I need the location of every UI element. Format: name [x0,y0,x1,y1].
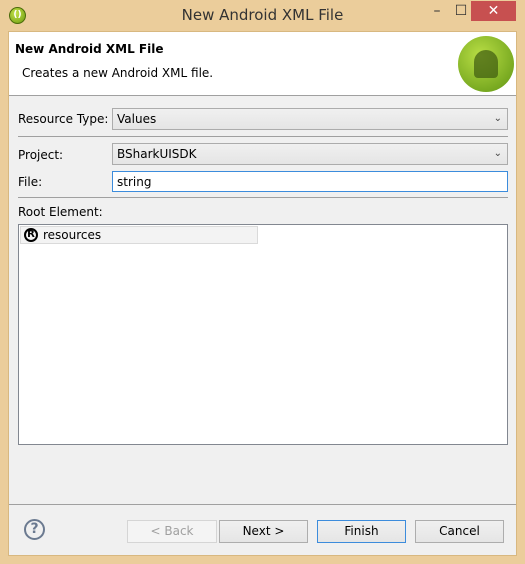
resource-type-label: Resource Type: [18,112,109,126]
app-icon: () [9,7,26,24]
next-button[interactable]: Next > [219,520,308,543]
chevron-down-icon: ⌄ [493,148,502,159]
back-button[interactable]: < Back [127,520,217,543]
file-input[interactable] [112,171,508,192]
chevron-down-icon: ⌄ [493,113,502,124]
page-description: Creates a new Android XML file. [22,66,214,80]
wizard-header: New Android XML File Creates a new Andro… [9,32,516,96]
page-title: New Android XML File [15,42,164,56]
list-item[interactable]: R resources [20,226,258,244]
dialog-body: New Android XML File Creates a new Andro… [8,31,517,556]
cancel-button[interactable]: Cancel [415,520,504,543]
divider [18,197,508,198]
android-logo-icon [458,36,514,92]
divider [18,136,508,137]
finish-button[interactable]: Finish [317,520,406,543]
root-element-list[interactable]: R resources [18,224,508,445]
project-label: Project: [18,148,64,162]
resource-type-combo[interactable]: Values ⌄ [112,108,508,130]
project-value: BSharkUISDK [117,147,197,161]
file-label: File: [18,175,43,189]
divider [9,504,516,505]
minimize-button[interactable]: – [424,1,450,21]
resource-type-value: Values [117,112,157,126]
resource-r-icon: R [24,228,38,242]
root-element-label: Root Element: [18,205,103,219]
help-icon[interactable]: ? [24,519,45,540]
close-button[interactable]: ✕ [471,1,516,21]
list-item-label: resources [43,228,102,242]
project-combo[interactable]: BSharkUISDK ⌄ [112,143,508,165]
